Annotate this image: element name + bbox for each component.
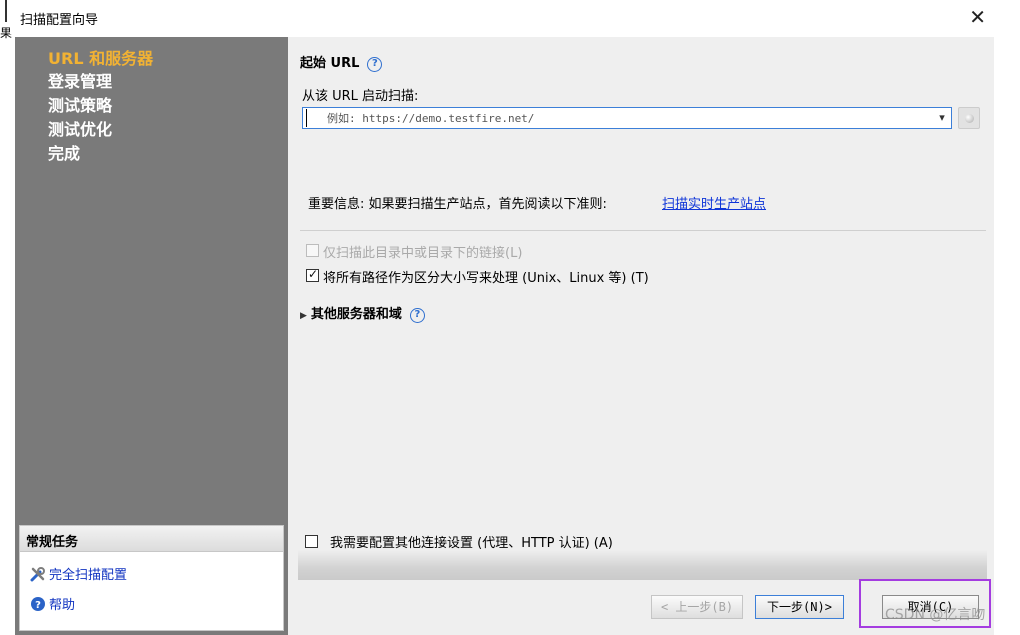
case-sensitive-label: 将所有路径作为区分大小写来处理 (Unix、Linux 等) (T) xyxy=(323,271,649,286)
globe-icon xyxy=(965,114,974,123)
wizard-main-panel: 起始 URL? 从该 URL 启动扫描: ▾ 重要信息: 如果要扫描生产站点，首… xyxy=(288,37,994,635)
help-link[interactable]: ? 帮助 xyxy=(30,594,75,613)
scan-directory-only-checkbox[interactable] xyxy=(306,244,319,257)
full-scan-config-link[interactable]: 完全扫描配置 xyxy=(30,564,127,583)
title-bar: 扫描配置向导 ✕ xyxy=(10,0,1020,34)
other-servers-label: 其他服务器和域 xyxy=(310,307,402,322)
url-go-button[interactable] xyxy=(958,107,980,129)
connection-settings-label: 我需要配置其他连接设置 (代理、HTTP 认证) (A) xyxy=(330,536,613,551)
window-title: 扫描配置向导 xyxy=(20,13,99,28)
help-circle-icon[interactable]: ? xyxy=(367,57,383,72)
close-icon[interactable]: ✕ xyxy=(969,5,986,29)
next-button[interactable]: 下一步(N)> xyxy=(755,595,844,619)
nav-item-test-policy[interactable]: 测试策略 xyxy=(48,92,112,116)
scan-from-label: 从该 URL 启动扫描: xyxy=(302,89,419,104)
start-url-heading: 起始 URL? xyxy=(300,52,383,72)
expand-arrow-icon: ▶ xyxy=(300,311,307,321)
start-url-input[interactable] xyxy=(306,109,926,127)
connection-settings-checkbox[interactable] xyxy=(305,535,318,548)
start-url-label: 起始 URL xyxy=(300,56,360,71)
connection-settings-band: 我需要配置其他连接设置 (代理、HTTP 认证) (A) xyxy=(298,528,987,580)
help-label: 帮助 xyxy=(49,598,76,613)
case-sensitive-checkbox[interactable] xyxy=(306,267,319,282)
full-scan-config-label: 完全扫描配置 xyxy=(49,568,128,583)
chevron-down-icon[interactable]: ▾ xyxy=(933,108,951,128)
tools-icon xyxy=(30,566,46,582)
nav-item-complete[interactable]: 完成 xyxy=(48,140,80,164)
nav-item-test-optimization[interactable]: 测试优化 xyxy=(48,116,112,140)
nav-item-url-servers[interactable]: URL 和服务器 xyxy=(48,45,153,69)
nav-item-login-management[interactable]: 登录管理 xyxy=(48,68,112,92)
background-window-border xyxy=(5,0,7,22)
section-divider xyxy=(300,230,986,231)
common-tasks-panel: 常规任务 完全扫描配置 ? 帮助 xyxy=(19,525,284,631)
common-tasks-title: 常规任务 xyxy=(20,526,283,552)
important-info-text: 重要信息: 如果要扫描生产站点，首先阅读以下准则: xyxy=(308,197,607,212)
watermark: CSDN @亿言吻 xyxy=(885,607,986,623)
scan-directory-only-label: 仅扫描此目录中或目录下的链接(L) xyxy=(323,246,523,261)
back-button[interactable]: < 上一步(B) xyxy=(651,595,743,619)
wizard-sidebar: URL 和服务器 登录管理 测试策略 测试优化 完成 常规任务 完全扫描配置 ?… xyxy=(15,37,288,635)
svg-text:?: ? xyxy=(35,600,41,611)
start-url-combobox[interactable]: ▾ xyxy=(302,107,952,129)
help-circle-icon[interactable]: ? xyxy=(409,308,425,323)
other-servers-toggle[interactable]: ▶ 其他服务器和域? xyxy=(300,303,425,323)
help-icon: ? xyxy=(30,596,46,612)
production-site-link[interactable]: 扫描实时生产站点 xyxy=(662,193,766,212)
background-window-edge: 果 xyxy=(0,0,12,635)
